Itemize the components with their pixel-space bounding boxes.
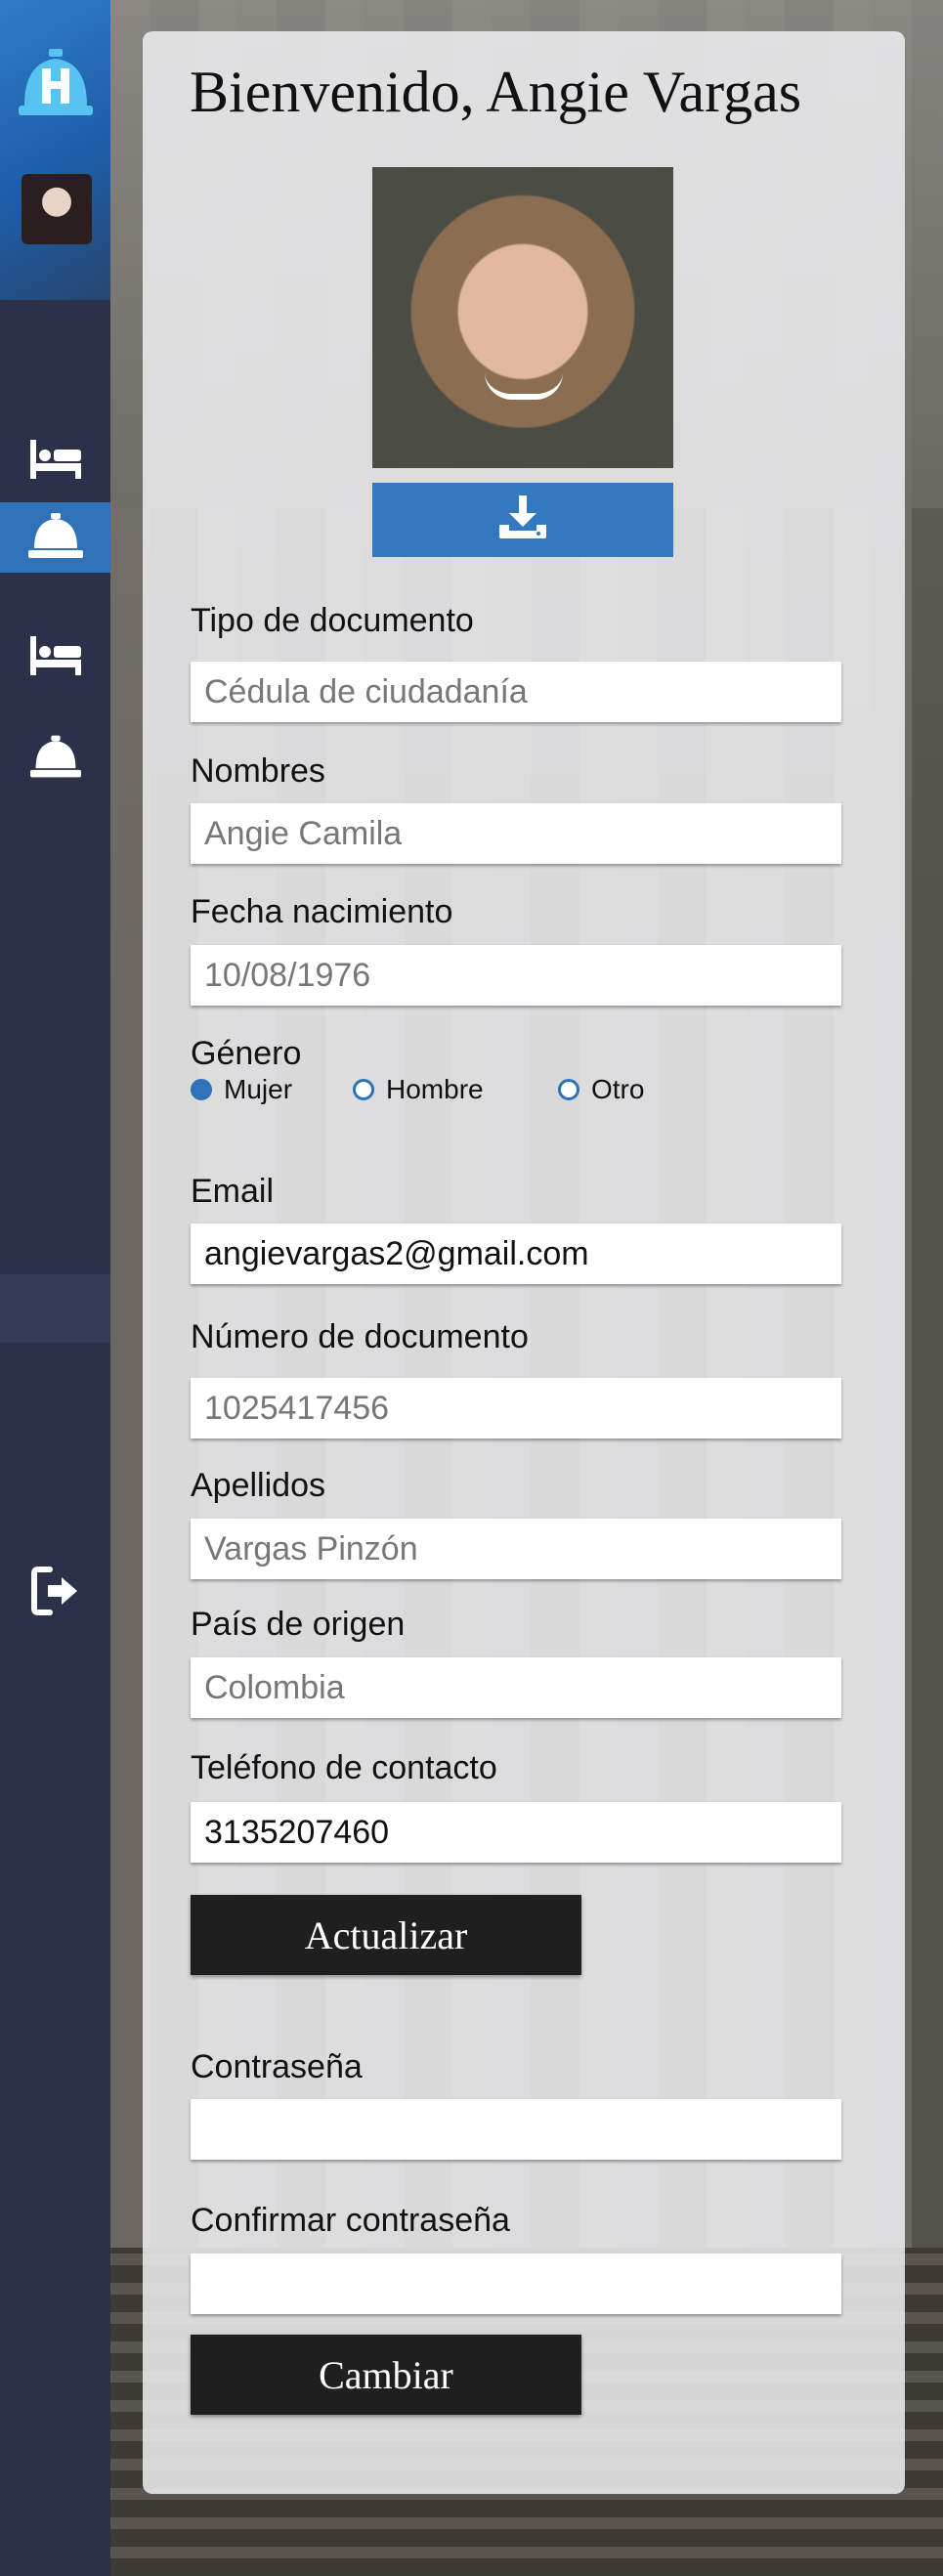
email-field[interactable]: angievargas2@gmail.com [191, 1224, 841, 1284]
profile-card: Bienvenido, Angie Vargas Tipo de documen… [143, 31, 905, 2494]
pais-origen-field[interactable]: Colombia [191, 1657, 841, 1718]
page-title: Bienvenido, Angie Vargas [190, 60, 802, 124]
profile-photo-detail [485, 372, 563, 400]
fecha-nacimiento-label: Fecha nacimiento [191, 893, 453, 930]
genero-option-hombre[interactable]: Hombre [353, 1074, 558, 1105]
radio-unselected-icon [353, 1079, 374, 1100]
change-password-button[interactable]: Cambiar [191, 2335, 581, 2415]
logout-icon [30, 1566, 81, 1621]
sidebar-item-services-2[interactable] [0, 723, 110, 794]
radio-unselected-icon [558, 1079, 579, 1100]
hotel-logo-icon[interactable] [17, 49, 95, 117]
sidebar-item-services[interactable] [0, 502, 110, 573]
genero-option-label: Mujer [224, 1074, 293, 1104]
bed-icon [29, 635, 81, 680]
numero-documento-label: Número de documento [191, 1318, 529, 1355]
email-label: Email [191, 1173, 275, 1210]
tipo-documento-field[interactable]: Cédula de ciudadanía [191, 662, 841, 722]
apellidos-field[interactable]: Vargas Pinzón [191, 1519, 841, 1579]
telefono-label: Teléfono de contacto [191, 1749, 497, 1786]
service-bell-icon [29, 735, 81, 783]
genero-option-otro[interactable]: Otro [558, 1074, 644, 1105]
tipo-documento-label: Tipo de documento [191, 602, 474, 639]
apellidos-label: Apellidos [191, 1467, 325, 1504]
confirm-password-label: Confirmar contraseña [191, 2202, 510, 2239]
genero-label: Género [191, 1035, 302, 1072]
sidebar-header [0, 0, 110, 300]
download-photo-button[interactable] [372, 483, 673, 557]
sidebar-item-rooms[interactable] [0, 426, 110, 496]
radio-selected-icon [191, 1079, 212, 1100]
fecha-nacimiento-field[interactable]: 10/08/1976 [191, 945, 841, 1006]
numero-documento-field[interactable]: 1025417456 [191, 1378, 841, 1438]
sidebar-item-rooms-2[interactable] [0, 623, 110, 693]
sidebar [0, 0, 110, 2576]
download-icon [497, 494, 548, 545]
pais-origen-label: País de origen [191, 1606, 406, 1643]
update-button[interactable]: Actualizar [191, 1895, 581, 1975]
avatar[interactable] [21, 174, 92, 244]
bed-icon [29, 439, 81, 484]
telefono-field[interactable]: 3135207460 [191, 1802, 841, 1863]
service-bell-icon [27, 512, 83, 563]
password-label: Contraseña [191, 2048, 363, 2085]
profile-photo [372, 167, 673, 468]
genero-option-label: Otro [591, 1074, 645, 1104]
sidebar-divider [0, 1274, 110, 1343]
password-field[interactable] [191, 2099, 841, 2160]
genero-option-label: Hombre [386, 1074, 484, 1104]
confirm-password-field[interactable] [191, 2254, 841, 2314]
genero-option-mujer[interactable]: Mujer [191, 1074, 353, 1105]
logout-button[interactable] [0, 1558, 110, 1628]
genero-radio-group: Mujer Hombre Otro [191, 1070, 644, 1109]
nombres-label: Nombres [191, 752, 325, 790]
nombres-field[interactable]: Angie Camila [191, 803, 841, 864]
